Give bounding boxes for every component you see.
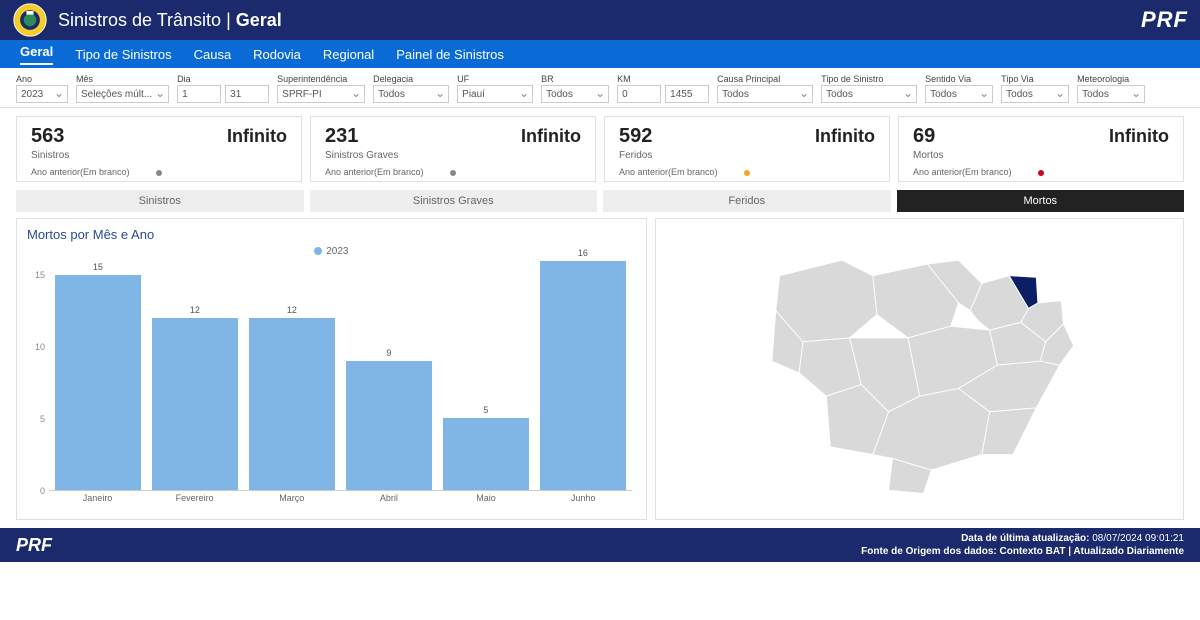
select-mês[interactable]: Seleções múlt...: [76, 85, 169, 103]
range-from[interactable]: 1: [177, 85, 221, 103]
metric-toggle: Sinistros Sinistros GravesFeridos Mortos: [0, 190, 1200, 218]
filter-sentido-via: Sentido ViaTodos: [925, 74, 993, 103]
range-from[interactable]: 0: [617, 85, 661, 103]
trend-dot-icon: [744, 170, 750, 176]
filter-ano: Ano2023: [16, 74, 68, 103]
chart-title: Mortos por Mês e Ano: [27, 227, 636, 242]
select-superintendência[interactable]: SPRF-PI: [277, 85, 365, 103]
select-delegacia[interactable]: Todos: [373, 85, 449, 103]
kpi-mortos: 69MortosInfinitoAno anterior(Em branco): [898, 116, 1184, 182]
toggle-mortos[interactable]: Mortos: [897, 190, 1185, 212]
select-uf[interactable]: Piauí: [457, 85, 533, 103]
toggle-sinistros[interactable]: Sinistros: [16, 190, 304, 212]
select-sentido via[interactable]: Todos: [925, 85, 993, 103]
nav-tab-regional[interactable]: Regional: [323, 47, 374, 62]
bar[interactable]: 12: [152, 318, 238, 490]
range-to[interactable]: 31: [225, 85, 269, 103]
toggle-sinistros-graves[interactable]: Sinistros Graves: [310, 190, 598, 212]
filter-meteorologia: MeteorologiaTodos: [1077, 74, 1145, 103]
nav-tab-causa[interactable]: Causa: [194, 47, 232, 62]
trend-dot-icon: [450, 170, 456, 176]
bar[interactable]: 9: [346, 361, 432, 490]
header: Sinistros de Trânsito | Geral PRF: [0, 0, 1200, 40]
footer-brand: PRF: [16, 535, 52, 556]
filter-bar: Ano2023 MêsSeleções múlt... Dia131 Superint…: [0, 68, 1200, 108]
bar[interactable]: 16: [540, 261, 626, 490]
chart-card: Mortos por Mês e Ano 2023 051015 1512129…: [16, 218, 647, 520]
trend-dot-icon: [1038, 170, 1044, 176]
brand-logo: PRF: [1141, 7, 1188, 33]
trend-dot-icon: [156, 170, 162, 176]
filter-m-s: MêsSeleções múlt...: [76, 74, 169, 103]
select-ano[interactable]: 2023: [16, 85, 68, 103]
select-tipo via[interactable]: Todos: [1001, 85, 1069, 103]
select-causa principal[interactable]: Todos: [717, 85, 813, 103]
filter-dia: Dia131: [177, 74, 269, 103]
nav-tab-painel-de-sinistros[interactable]: Painel de Sinistros: [396, 47, 504, 62]
filter-km: KM01455: [617, 74, 709, 103]
filter-uf: UFPiauí: [457, 74, 533, 103]
footer: PRF Data de última atualização: 08/07/20…: [0, 528, 1200, 562]
filter-tipo-de-sinistro: Tipo de SinistroTodos: [821, 74, 917, 103]
kpi-feridos: 592FeridosInfinitoAno anterior(Em branco…: [604, 116, 890, 182]
page-title: Sinistros de Trânsito | Geral: [58, 10, 282, 31]
brazil-map[interactable]: [655, 218, 1184, 520]
nav-tabs: Geral Tipo de Sinistros Causa Rodovia Region…: [0, 40, 1200, 68]
range-to[interactable]: 1455: [665, 85, 709, 103]
toggle-feridos[interactable]: Feridos: [603, 190, 891, 212]
select-tipo de sinistro[interactable]: Todos: [821, 85, 917, 103]
nav-tab-rodovia[interactable]: Rodovia: [253, 47, 301, 62]
nav-tab-geral[interactable]: Geral: [20, 44, 53, 65]
bar[interactable]: 12: [249, 318, 335, 490]
filter-superintend-ncia: SuperintendênciaSPRF-PI: [277, 74, 365, 103]
nav-tab-tipo-de-sinistros[interactable]: Tipo de Sinistros: [75, 47, 171, 62]
filter-tipo-via: Tipo ViaTodos: [1001, 74, 1069, 103]
kpi-sinistros-graves: 231Sinistros GravesInfinitoAno anterior(…: [310, 116, 596, 182]
kpi-sinistros: 563SinistrosInfinitoAno anterior(Em bran…: [16, 116, 302, 182]
select-meteorologia[interactable]: Todos: [1077, 85, 1145, 103]
filter-br: BRTodos: [541, 74, 609, 103]
prf-logo-icon: [12, 2, 48, 38]
kpi-row: 563SinistrosInfinitoAno anterior(Em bran…: [0, 108, 1200, 190]
select-br[interactable]: Todos: [541, 85, 609, 103]
filter-delegacia: DelegaciaTodos: [373, 74, 449, 103]
bar[interactable]: 15: [55, 275, 141, 490]
filter-causa-principal: Causa PrincipalTodos: [717, 74, 813, 103]
bar[interactable]: 5: [443, 418, 529, 490]
bar-chart: 051015 1512129516 JaneiroFevereiroMarçoA…: [27, 261, 636, 511]
